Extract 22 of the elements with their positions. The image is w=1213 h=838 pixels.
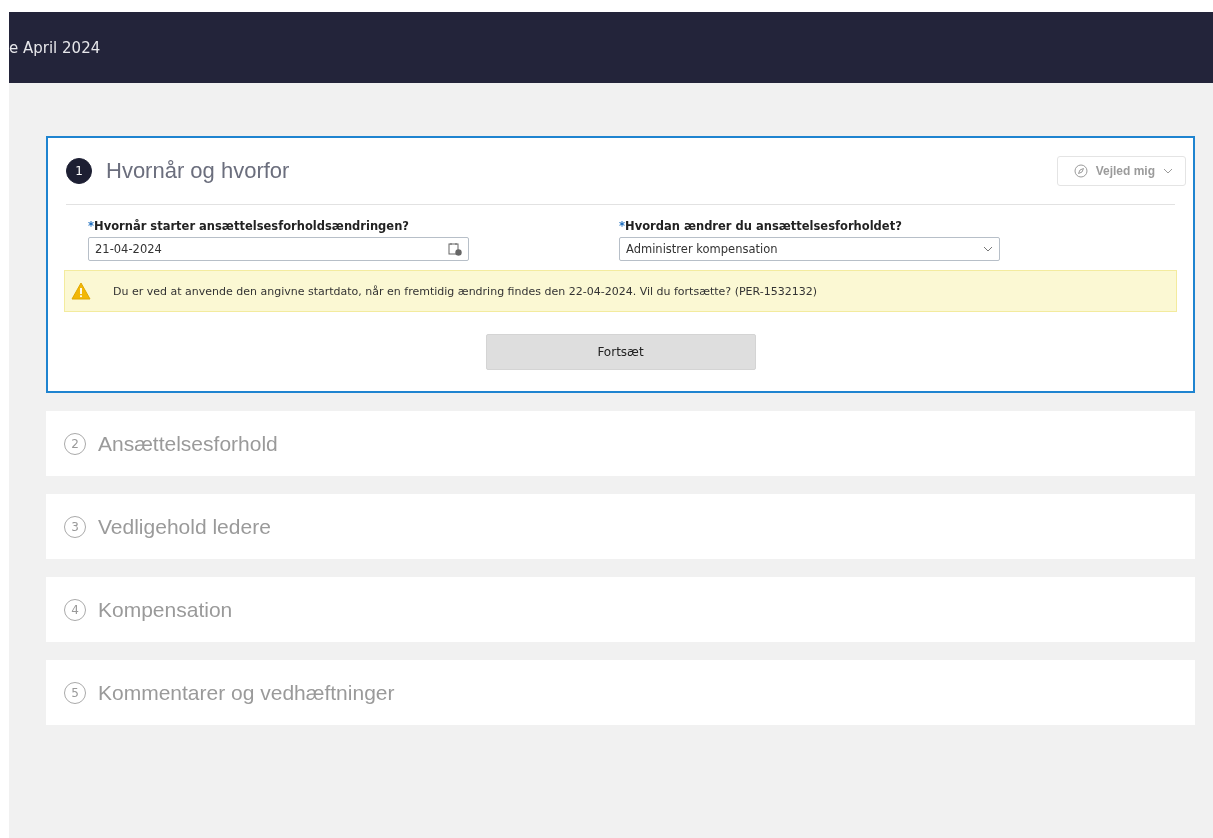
step-panel[interactable]: 5 Kommentarer og vedhæftninger [46,660,1195,725]
dropdown-field[interactable]: Administrer kompensation [619,237,1000,261]
field-label: *Hvornår starter ansættelsesforholdsændringen? [88,219,410,233]
step-title: Vedligehold ledere [98,514,271,539]
chevron-down-icon [1163,168,1173,174]
page-title: e April 2024 [9,38,101,57]
step-title: Kommentarer og vedhæftninger [98,680,395,705]
field-label: *Hvordan ændrer du ansættelsesforholdet? [619,219,903,233]
step-panel[interactable]: 2 Ansættelsesforhold [46,411,1195,476]
step-title: Hvornår og hvorfor [106,158,290,184]
warning-icon [71,282,91,300]
compass-icon [1073,164,1088,178]
calendar-icon [448,242,462,256]
continue-button[interactable]: Fortsæt [485,334,756,370]
step-panel[interactable]: 4 Kompensation [46,577,1195,642]
warning-message: Du er ved at anvende den angivne startdato, når en fremtidig ændring findes den 22-04-2024. Vil du fortsætte? (PER-1532132) [113,284,817,298]
step-title: Kompensation [98,597,233,622]
date-field[interactable]: 21-04-2024 [88,237,469,261]
step-number: 1 [66,158,92,184]
step-title: Ansættelsesforhold [98,431,278,456]
step-panel[interactable]: 3 Vedligehold ledere [46,494,1195,559]
chevron-down-icon [983,246,993,252]
